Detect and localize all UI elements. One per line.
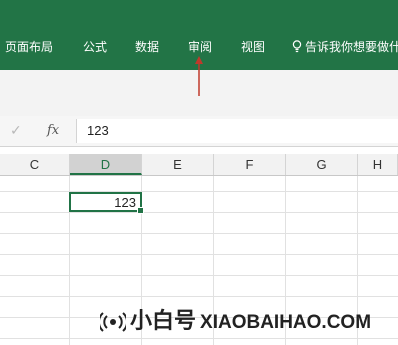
active-cell-value: 123 xyxy=(114,195,136,210)
grid-line xyxy=(0,338,398,339)
column-header-h[interactable]: H xyxy=(358,154,398,175)
watermark: 小白号 XIAOBAIHAO.COM xyxy=(97,307,372,337)
column-header-g[interactable]: G xyxy=(286,154,358,175)
watermark-name: 小白号 xyxy=(130,309,197,334)
tab-page-layout[interactable]: 页面布局 xyxy=(5,38,53,56)
check-icon[interactable]: ✓ xyxy=(10,122,26,140)
grid-line xyxy=(0,296,398,297)
grid-line xyxy=(0,191,398,192)
fill-handle[interactable] xyxy=(137,207,144,214)
column-header-d[interactable]: D xyxy=(70,154,142,175)
grid-line xyxy=(0,212,398,213)
column-header-f[interactable]: F xyxy=(214,154,286,175)
column-header-row: C D E F G H xyxy=(0,154,398,176)
insert-function-icon[interactable]: fx xyxy=(47,122,59,140)
grid-line xyxy=(0,233,398,234)
column-header-c[interactable]: C xyxy=(0,154,70,175)
ribbon: 页面布局 公式 数据 审阅 视图 告诉我你想要做什 xyxy=(0,0,398,70)
tell-me-text: 告诉我你想要做什 xyxy=(305,40,398,54)
tab-data[interactable]: 数据 xyxy=(135,38,159,56)
tab-formulas[interactable]: 公式 xyxy=(83,38,107,56)
lightbulb-icon xyxy=(292,40,302,53)
broadcast-icon xyxy=(97,312,129,332)
formula-bar: ✓ fx 123 xyxy=(0,116,398,147)
grid-line xyxy=(0,254,398,255)
tab-review[interactable]: 审阅 xyxy=(188,38,212,56)
column-header-e[interactable]: E xyxy=(142,154,214,175)
watermark-site: XIAOBAIHAO.COM xyxy=(200,312,372,333)
formula-value: 123 xyxy=(87,123,109,138)
tell-me-box[interactable]: 告诉我你想要做什 xyxy=(292,38,398,56)
active-cell-d[interactable]: 123 xyxy=(69,192,144,214)
formula-input[interactable]: 123 xyxy=(76,119,398,143)
grid-line xyxy=(0,275,398,276)
tab-view[interactable]: 视图 xyxy=(241,38,265,56)
ribbon-toolbar-area xyxy=(0,70,398,117)
